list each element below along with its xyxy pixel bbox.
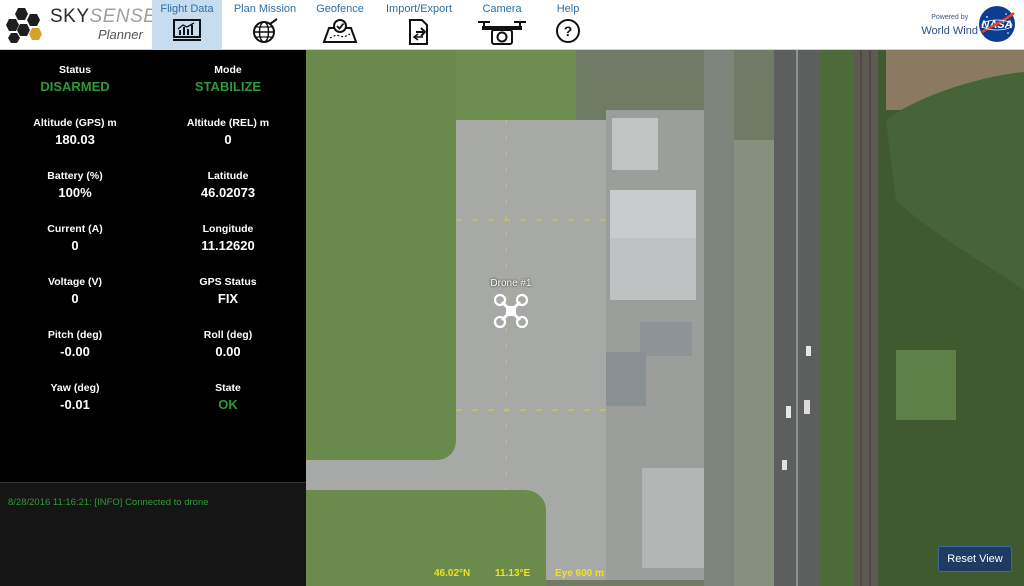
longitude-value: 11.12620 <box>201 238 255 253</box>
svg-text:?: ? <box>564 23 573 39</box>
help-icon: ? <box>556 19 580 43</box>
satellite-map[interactable]: Drone #1 46.02°N 11.13°E Eye 600 m Reset… <box>306 50 1024 586</box>
current-field: Current (A) 0 <box>0 223 150 253</box>
telemetry-panel: Status DISARMED Mode STABILIZE Altitude … <box>0 50 306 482</box>
nasa-logo: NASA <box>979 6 1015 42</box>
battery-field: Battery (%) 100% <box>0 170 150 200</box>
tab-label: Import/Export <box>385 3 453 15</box>
camera-drone-icon <box>478 21 526 45</box>
pitch-value: -0.00 <box>60 344 90 359</box>
field-title: Yaw (deg) <box>50 382 100 394</box>
tab-label: Camera <box>482 3 522 15</box>
map-imagery <box>306 50 1024 586</box>
longitude-field: Longitude 11.12620 <box>153 223 303 253</box>
tab-label: Flight Data <box>160 3 214 15</box>
tab-label: Help <box>556 3 580 15</box>
altitude-rel-field: Altitude (REL) m 0 <box>153 117 303 147</box>
coordinate-readout: 46.02°N 11.13°E Eye 600 m <box>434 568 626 579</box>
longitude-readout: 11.13°E <box>495 568 531 579</box>
status-value: DISARMED <box>40 79 110 94</box>
brand-name: SKYSENSE <box>50 6 156 28</box>
geofence-icon <box>322 19 358 43</box>
globe-icon <box>253 18 278 43</box>
chart-icon <box>173 19 201 41</box>
tab-label: Geofence <box>316 3 364 15</box>
field-title: Pitch (deg) <box>47 329 103 341</box>
brand-sky: SKY <box>50 6 90 27</box>
brand-subtitle: Planner <box>98 27 143 42</box>
yaw-field: Yaw (deg) -0.01 <box>0 382 150 412</box>
tab-help[interactable]: Help ? <box>546 0 590 50</box>
field-title: Roll (deg) <box>203 329 253 341</box>
tab-label: Plan Mission <box>233 3 297 15</box>
skysense-logo: SKYSENSE Planner <box>6 4 156 46</box>
powered-by-world-wind: Powered by World Wind <box>921 14 978 39</box>
tab-plan-mission[interactable]: Plan Mission <box>230 0 300 50</box>
top-bar: SKYSENSE Planner Flight Data Plan Missio… <box>0 0 1024 50</box>
altitude-rel-value: 0 <box>224 132 232 147</box>
field-title: GPS Status <box>199 276 257 288</box>
field-title: Latitude <box>207 170 249 182</box>
drone-label: Drone #1 <box>490 278 532 289</box>
current-value: 0 <box>71 238 79 253</box>
app-window: SKYSENSE Planner Flight Data Plan Missio… <box>0 0 1024 586</box>
import-export-icon <box>409 19 428 45</box>
latitude-field: Latitude 46.02073 <box>153 170 303 200</box>
yaw-value: -0.01 <box>60 397 90 412</box>
gps-status-value: FIX <box>217 291 239 306</box>
field-title: Voltage (V) <box>47 276 103 288</box>
voltage-field: Voltage (V) 0 <box>0 276 150 306</box>
powered-by-text: Powered by <box>931 14 969 21</box>
field-title: Status <box>58 64 92 76</box>
reset-view-button[interactable]: Reset View <box>938 546 1012 572</box>
console-log[interactable]: 8/28/2016 11:16:21: [INFO] Connected to … <box>0 482 306 586</box>
status-field: Status DISARMED <box>0 64 150 94</box>
drone-marker[interactable]: Drone #1 <box>486 278 536 334</box>
latitude-value: 46.02073 <box>200 185 256 200</box>
mode-value: STABILIZE <box>194 79 262 94</box>
pitch-field: Pitch (deg) -0.00 <box>0 329 150 359</box>
console-message: 8/28/2016 11:16:21: [INFO] Connected to … <box>8 497 209 508</box>
tab-import-export[interactable]: Import/Export <box>380 0 458 50</box>
brand-sense: SENSE <box>89 6 157 27</box>
state-value: OK <box>218 397 238 412</box>
altitude-gps-field: Altitude (GPS) m 180.03 <box>0 117 150 147</box>
state-field: State OK <box>153 382 303 412</box>
mode-field: Mode STABILIZE <box>153 64 303 94</box>
tab-geofence[interactable]: Geofence <box>308 0 372 50</box>
battery-value: 100% <box>58 185 92 200</box>
field-title: Mode <box>214 64 242 76</box>
eye-altitude-readout: Eye 600 m <box>554 568 604 579</box>
quadcopter-icon <box>493 293 529 329</box>
latitude-readout: 46.02°N <box>434 568 471 579</box>
world-wind-text: World Wind <box>921 25 978 37</box>
gps-status-field: GPS Status FIX <box>153 276 303 306</box>
field-title: Current (A) <box>47 223 103 235</box>
tab-camera[interactable]: Camera <box>470 0 534 50</box>
roll-value: 0.00 <box>215 344 241 359</box>
field-title: State <box>215 382 241 394</box>
field-title: Battery (%) <box>47 170 103 182</box>
field-title: Longitude <box>202 223 254 235</box>
roll-field: Roll (deg) 0.00 <box>153 329 303 359</box>
hexagon-logo-icon <box>6 8 42 43</box>
voltage-value: 0 <box>71 291 79 306</box>
field-title: Altitude (REL) m <box>186 117 270 129</box>
tab-flight-data[interactable]: Flight Data <box>152 0 222 50</box>
altitude-gps-value: 180.03 <box>55 132 95 147</box>
field-title: Altitude (GPS) m <box>33 117 117 129</box>
